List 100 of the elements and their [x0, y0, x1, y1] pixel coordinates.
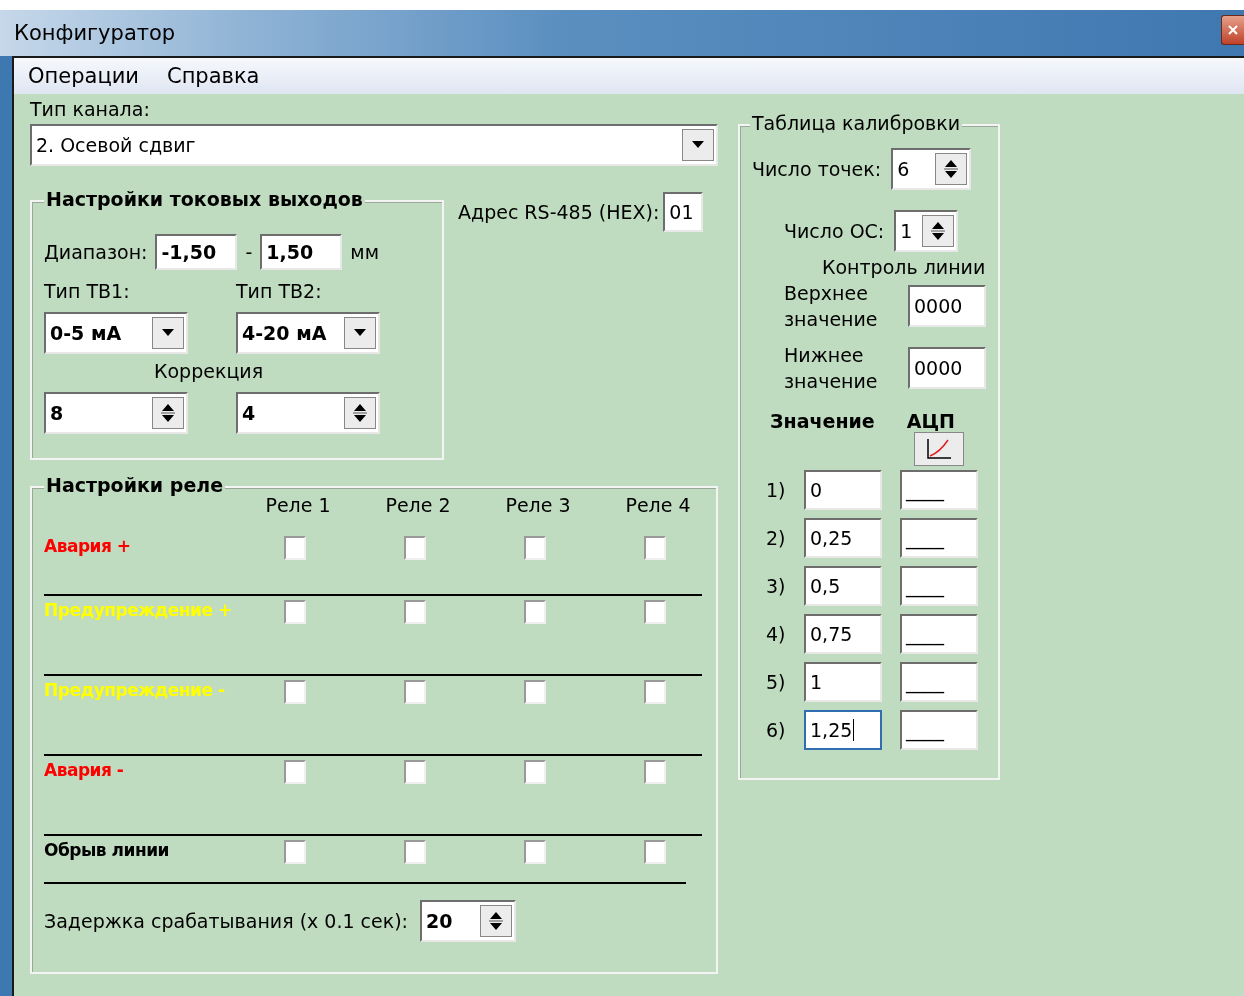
checkbox[interactable] [284, 840, 306, 864]
column-header: Реле 2 [385, 494, 451, 516]
checkbox[interactable] [524, 680, 546, 704]
checkbox[interactable] [284, 680, 306, 704]
os-spinbox[interactable]: 1 [894, 210, 959, 252]
spin-button[interactable] [480, 905, 513, 937]
range-to-field[interactable]: 1,50 [260, 234, 343, 270]
section-label: Контроль линии [822, 256, 986, 278]
spin-button[interactable] [922, 215, 955, 247]
value-field[interactable]: 0,75 [804, 614, 882, 654]
up-down-arrows-icon [489, 910, 504, 932]
correction-spinbox[interactable]: 4 [236, 392, 380, 434]
field-label: Тип канала: [30, 98, 151, 120]
window-title: Конфигуратор [14, 21, 176, 45]
value-field[interactable]: 0,5 [804, 566, 882, 606]
spin-button[interactable] [152, 397, 184, 429]
row-number: 6) [766, 719, 786, 741]
group-title: Настройки токовых выходов [44, 188, 365, 210]
column-header: Реле 3 [505, 494, 571, 516]
checkbox[interactable] [644, 600, 666, 624]
relay-row-label: Авария - [44, 760, 125, 780]
adc-field[interactable]: ____ [900, 614, 978, 654]
value-field[interactable]: 0,25 [804, 518, 882, 558]
group-title: Настройки реле [44, 474, 226, 496]
checkbox[interactable] [644, 760, 666, 784]
upper-value-field[interactable]: 0000 [908, 285, 986, 327]
adc-field[interactable]: ____ [900, 662, 978, 702]
points-spinbox[interactable]: 6 [891, 148, 972, 190]
checkbox[interactable] [404, 760, 426, 784]
checkbox[interactable] [404, 840, 426, 864]
dropdown-button[interactable] [344, 317, 376, 349]
row-number: 1) [766, 479, 786, 501]
checkbox[interactable] [404, 536, 426, 560]
column-header: Реле 1 [265, 494, 331, 516]
dropdown-arrow-icon [692, 141, 704, 149]
unit-text: мм [350, 241, 379, 263]
checkbox[interactable] [524, 760, 546, 784]
lower-value-field[interactable]: 0000 [908, 347, 986, 389]
curve-icon [926, 438, 952, 460]
correction-spinbox[interactable]: 8 [44, 392, 188, 434]
dropdown-button[interactable] [682, 129, 714, 161]
row-number: 4) [766, 623, 786, 645]
adc-field[interactable]: ____ [900, 518, 978, 558]
adc-field[interactable]: ____ [900, 710, 978, 750]
checkbox[interactable] [644, 680, 666, 704]
value-field[interactable]: 0 [804, 470, 882, 510]
up-down-arrows-icon [161, 402, 175, 424]
checkbox[interactable] [524, 840, 546, 864]
menu-item[interactable]: Операции [28, 64, 139, 88]
field-label: Нижнее значение [784, 343, 879, 394]
menu-item[interactable]: Справка [166, 64, 260, 88]
relay-row-label: Авария + [44, 536, 132, 556]
checkbox[interactable] [284, 600, 306, 624]
dropdown-button[interactable] [152, 317, 184, 349]
checkbox[interactable] [284, 760, 306, 784]
channel-type-dropdown[interactable]: 2. Осевой сдвиг [30, 124, 718, 166]
delay-spinbox[interactable]: 20 [420, 900, 517, 942]
checkbox[interactable] [644, 536, 666, 560]
field-label: Коррекция [154, 360, 264, 382]
adc-field[interactable]: ____ [900, 470, 978, 510]
chart-button[interactable] [914, 432, 964, 466]
field-label: Тип ТВ2: [236, 280, 322, 302]
field-label: Верхнее значение [784, 281, 879, 332]
column-header: АЦП [906, 410, 955, 432]
spin-button[interactable] [935, 153, 968, 185]
up-down-arrows-icon [353, 402, 367, 424]
dash-text: - [245, 241, 253, 263]
checkbox[interactable] [524, 536, 546, 560]
relay-row-label: Предупреждение + [44, 600, 233, 620]
close-button[interactable] [1221, 15, 1244, 45]
checkbox[interactable] [524, 600, 546, 624]
value-field[interactable]: 1 [804, 662, 882, 702]
address-field[interactable]: 01 [663, 192, 704, 232]
tv1-type-dropdown[interactable]: 0-5 мА [44, 312, 188, 354]
value-field[interactable]: 1,25 [804, 710, 882, 750]
relay-row-label: Обрыв линии [44, 840, 170, 860]
checkbox[interactable] [404, 680, 426, 704]
up-down-arrows-icon [931, 220, 946, 242]
field-label: Число точек: [752, 158, 882, 180]
dropdown-arrow-icon [354, 329, 366, 337]
range-from-field[interactable]: -1,50 [155, 234, 238, 270]
field-label: Число ОС: [784, 220, 885, 242]
column-header: Значение [770, 410, 875, 432]
field-label: Задержка срабатывания (x 0.1 сек): [44, 910, 409, 932]
spin-button[interactable] [344, 397, 376, 429]
row-number: 5) [766, 671, 786, 693]
row-number: 3) [766, 575, 786, 597]
up-down-arrows-icon [944, 158, 959, 180]
checkbox[interactable] [404, 600, 426, 624]
field-label: Диапазон: [44, 241, 148, 263]
column-header: Реле 4 [625, 494, 691, 516]
tv2-type-dropdown[interactable]: 4-20 мА [236, 312, 380, 354]
close-icon [1228, 25, 1238, 35]
relay-row-label: Предупреждение - [44, 680, 226, 700]
field-label: Тип ТВ1: [44, 280, 130, 302]
field-label: Адрес RS-485 (HEX): [458, 201, 660, 223]
checkbox[interactable] [644, 840, 666, 864]
checkbox[interactable] [284, 536, 306, 560]
adc-field[interactable]: ____ [900, 566, 978, 606]
row-number: 2) [766, 527, 786, 549]
